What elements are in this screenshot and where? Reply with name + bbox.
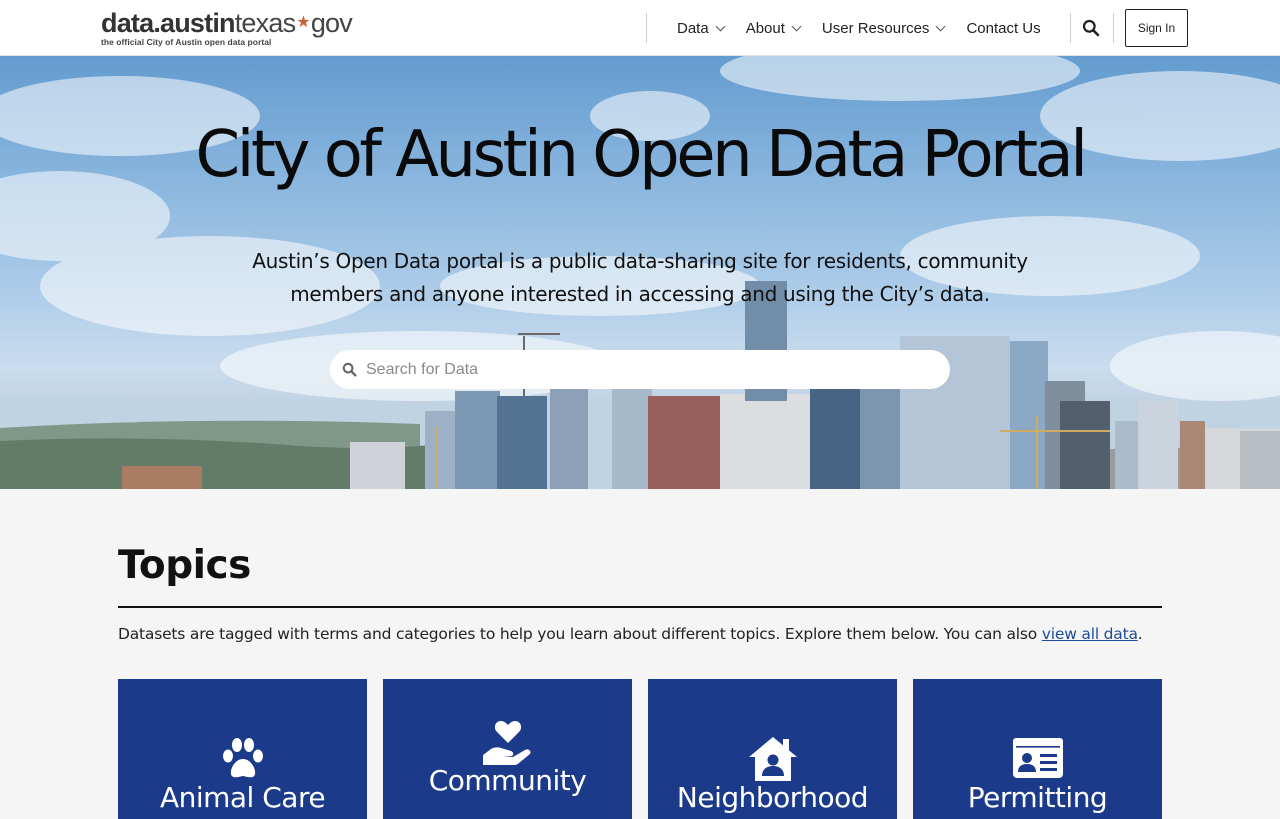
search-input[interactable]: [366, 360, 926, 379]
nav-contact-us-label: Contact Us: [966, 19, 1041, 37]
nav-user-resources-label: User Resources: [821, 19, 930, 37]
topic-card-permitting[interactable]: Permitting: [913, 679, 1162, 819]
hero-subtitle: Austin’s Open Data portal is a public da…: [252, 249, 1028, 306]
nav-divider: [1113, 13, 1114, 43]
nav-data[interactable]: Data: [677, 19, 726, 37]
topics-description: Datasets are tagged with terms and categ…: [118, 625, 1178, 643]
nav-about-label: About: [745, 19, 785, 37]
nav-contact-us[interactable]: Contact Us: [966, 20, 1040, 37]
topics-divider: [118, 606, 1162, 608]
house-person-icon: [748, 737, 797, 781]
heart-hand-icon: [482, 721, 531, 765]
nav-about[interactable]: About: [745, 19, 802, 37]
nav-divider: [646, 13, 647, 43]
chevron-down-icon: [935, 21, 946, 31]
topic-card-community[interactable]: Community: [383, 679, 632, 819]
nav-divider: [1070, 13, 1071, 43]
nav-data-label: Data: [677, 19, 709, 37]
paw-icon: [222, 738, 263, 778]
logo-star-icon: ★: [296, 14, 310, 31]
page-title: City of Austin Open Data Portal: [195, 118, 1088, 192]
logo-tagline: the official City of Austin open data po…: [101, 37, 272, 47]
topics-heading: Topics: [118, 543, 251, 588]
main-nav: Data About User Resources Contact Us: [677, 0, 1063, 56]
topic-card-label: Animal Care: [159, 781, 326, 814]
hero-banner: City of Austin Open Data Portal Austin’s…: [0, 56, 1280, 489]
logo-wordmark: data.austintexas★gov: [101, 8, 353, 38]
sign-in-button[interactable]: Sign In: [1125, 9, 1188, 47]
search-icon[interactable]: [1082, 19, 1100, 37]
topic-card-neighborhood[interactable]: Neighborhood: [648, 679, 897, 819]
id-card-icon: [1012, 738, 1063, 778]
nav-user-resources[interactable]: User Resources: [821, 19, 946, 37]
site-header: data.austintexas★gov the official City o…: [0, 0, 1280, 56]
topics-description-text: Datasets are tagged with terms and categ…: [118, 625, 1042, 643]
topic-card-label: Neighborhood: [676, 781, 869, 814]
topic-card-label: Permitting: [967, 781, 1108, 814]
topic-card-animal-care[interactable]: Animal Care: [118, 679, 367, 819]
view-all-data-link[interactable]: view all data: [1042, 625, 1138, 643]
topics-description-suffix: .: [1137, 625, 1143, 643]
chevron-down-icon: [715, 21, 726, 31]
chevron-down-icon: [791, 21, 802, 31]
search-icon: [342, 362, 357, 377]
site-logo[interactable]: data.austintexas★gov the official City o…: [101, 9, 361, 49]
topic-card-label: Community: [428, 764, 587, 797]
hero-search-bar[interactable]: [330, 350, 950, 389]
